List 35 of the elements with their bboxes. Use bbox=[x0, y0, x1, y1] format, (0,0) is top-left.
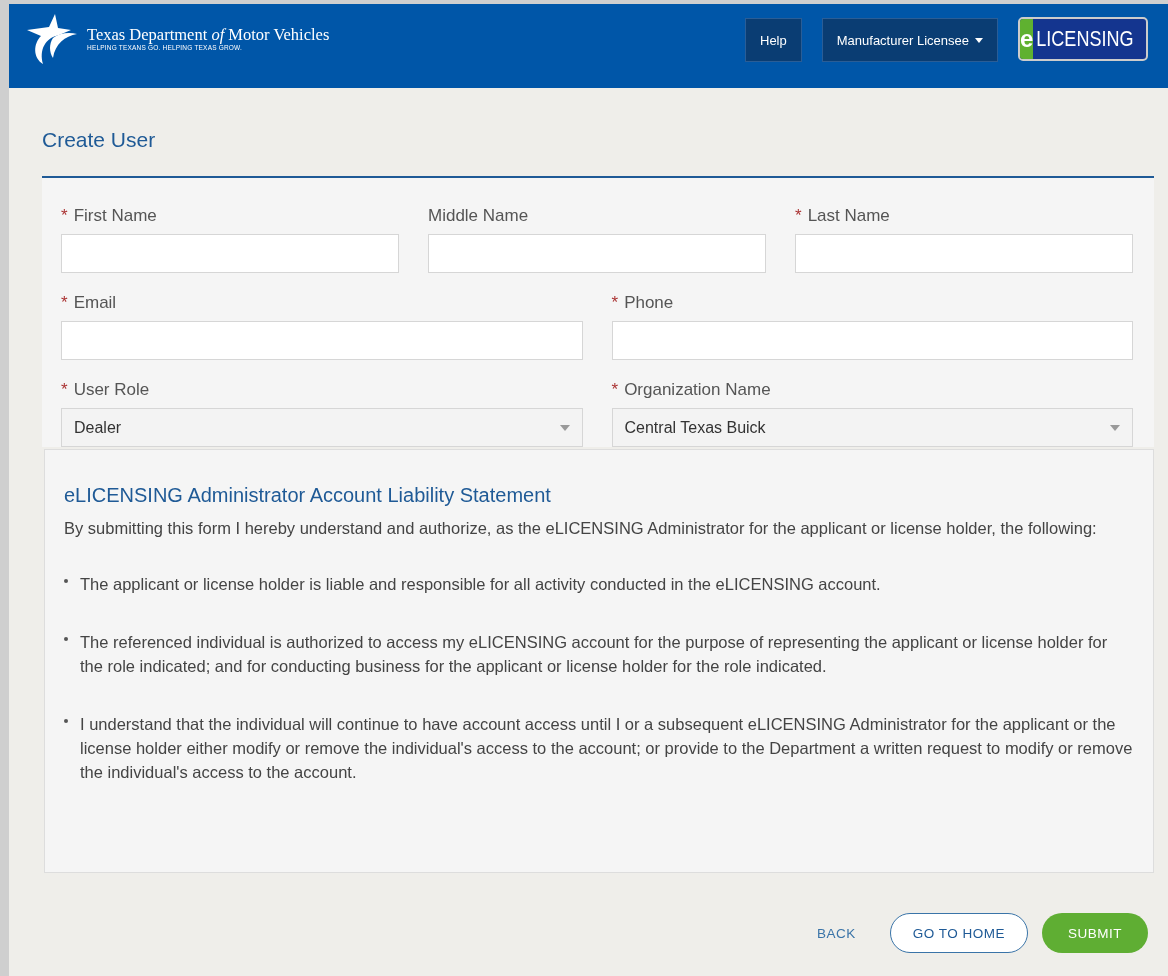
elicensing-logo: eLICENSING bbox=[1018, 17, 1148, 61]
field-label: Phone bbox=[624, 293, 674, 313]
star-logo-icon bbox=[25, 14, 77, 64]
statement-item: The applicant or license holder is liable and responsible for all activity conducted in the eLICENSING account. bbox=[80, 574, 881, 595]
dropdown-field[interactable]: Dealer bbox=[61, 408, 583, 447]
required-mark: * bbox=[611, 293, 619, 313]
dropdown-arrow-icon bbox=[559, 424, 570, 431]
required-mark: * bbox=[611, 380, 619, 400]
input-field[interactable] bbox=[795, 234, 1133, 273]
required-mark: * bbox=[61, 380, 68, 400]
dropdown-field[interactable]: Central Texas Buick bbox=[611, 408, 1133, 447]
required-mark: * bbox=[795, 206, 802, 226]
agency-name: Texas Department of Motor Vehicles bbox=[87, 26, 330, 44]
field-label: First Name bbox=[73, 206, 157, 226]
statement-item: The referenced individual is authorized to access my eLICENSING account for the purpose of representing the applicant or license holder for the role indicated; and for conducting business for the applicant or license holder for the role indicated. bbox=[80, 632, 1109, 677]
account-menu-button[interactable]: Manufacturer Licensee bbox=[821, 18, 998, 62]
field-label: Email bbox=[73, 293, 117, 313]
statement-title: eLICENSING Administrator Account Liability Statement bbox=[64, 484, 552, 507]
help-button[interactable]: Help bbox=[745, 18, 802, 62]
caret-icon bbox=[975, 37, 983, 43]
required-mark: * bbox=[61, 293, 68, 313]
input-field[interactable] bbox=[611, 321, 1133, 360]
input-field[interactable] bbox=[428, 234, 766, 273]
statement-item: I understand that the individual will continue to have account access until I or a subsequent eLICENSING Administrator for the applicant or the license holder either modify or remove the individual's access to the account; or provide to the Department a written request to modify or remove the individual's access to the account. bbox=[80, 714, 1133, 783]
page-title: Create User bbox=[42, 128, 157, 152]
required-mark: * bbox=[61, 206, 68, 226]
field-label: Last Name bbox=[807, 206, 890, 226]
input-field[interactable] bbox=[61, 234, 399, 273]
field-label: Organization Name bbox=[624, 380, 771, 400]
statement-intro: By submitting this form I hereby understand and authorize, as the eLICENSING Administrator for the applicant or license holder, the following: bbox=[64, 518, 1098, 539]
input-field[interactable] bbox=[61, 321, 583, 360]
field-label: Middle Name bbox=[428, 206, 529, 226]
dropdown-arrow-icon bbox=[1110, 424, 1120, 431]
back-link[interactable]: BACK bbox=[796, 913, 876, 953]
field-label: User Role bbox=[73, 380, 150, 400]
